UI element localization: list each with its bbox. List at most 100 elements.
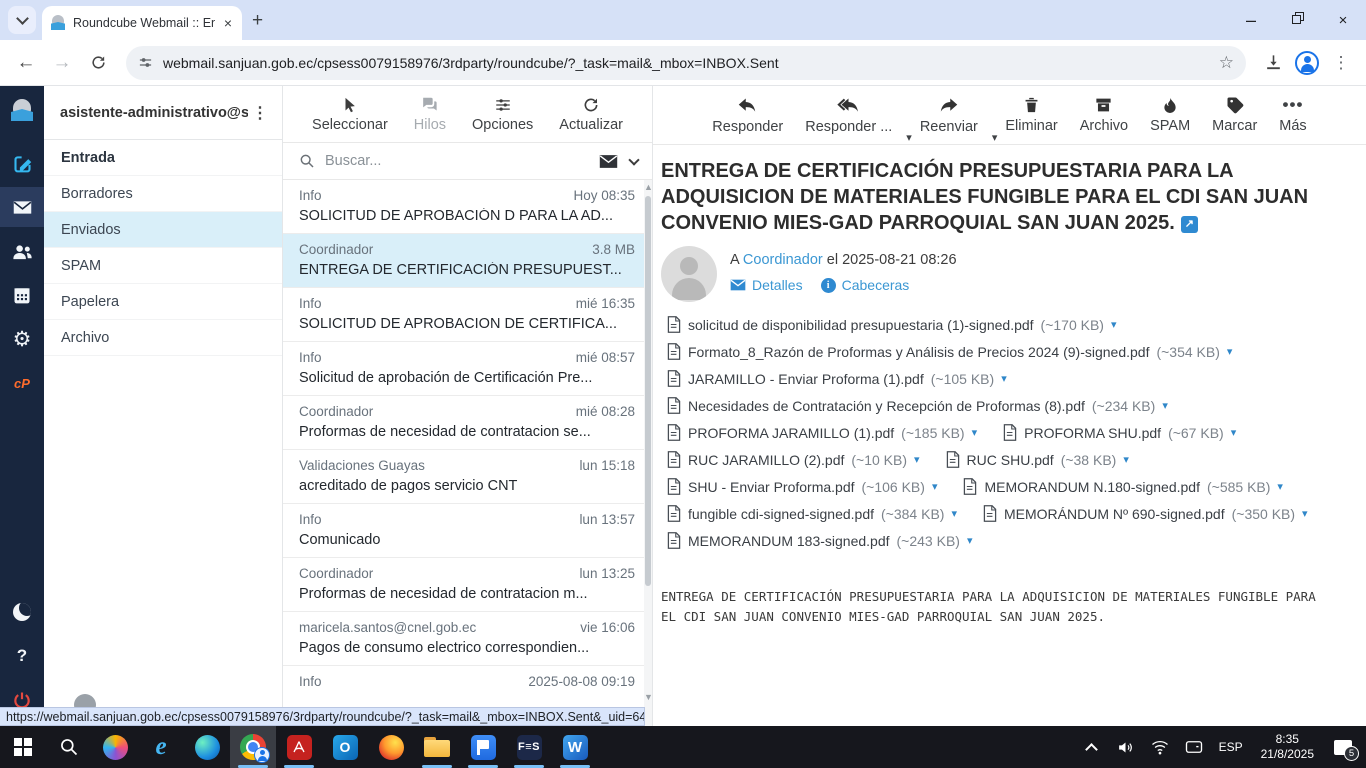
settings-nav-button[interactable]: ⚙	[0, 319, 44, 359]
folder-item[interactable]: Borradores	[44, 176, 282, 212]
message-row[interactable]: Coordinador mié 08:28 Proformas de neces…	[283, 396, 645, 450]
message-row[interactable]: Info lun 13:57 Comunicado	[283, 504, 645, 558]
attachment-menu-caret-icon[interactable]: ▾	[1111, 318, 1117, 331]
account-menu-button[interactable]: ⋮	[248, 103, 272, 123]
scroll-down-icon[interactable]: ▼	[644, 692, 653, 702]
minimize-button[interactable]: –	[1228, 0, 1274, 40]
message-row[interactable]: Info mié 08:57 Solicitud de aprobación d…	[283, 342, 645, 396]
message-row[interactable]: Info Hoy 08:35 SOLICITUD DE APROBACIÓN D…	[283, 180, 645, 234]
blue-flag-app-icon[interactable]	[460, 726, 506, 768]
notification-center-button[interactable]: 5	[1326, 729, 1360, 765]
attachment-menu-caret-icon[interactable]: ▾	[1277, 480, 1283, 493]
tab-search-button[interactable]	[8, 6, 36, 34]
more-button[interactable]: ••• Más	[1279, 95, 1306, 134]
firefox-icon[interactable]	[368, 726, 414, 768]
folder-item[interactable]: SPAM	[44, 248, 282, 284]
refresh-button[interactable]: Actualizar	[559, 96, 623, 133]
profile-button[interactable]	[1292, 48, 1322, 78]
site-settings-icon[interactable]	[138, 55, 153, 70]
delete-button[interactable]: Eliminar	[1005, 95, 1058, 134]
details-link[interactable]: Detalles	[730, 277, 803, 293]
calendar-nav-button[interactable]	[0, 275, 44, 315]
folder-item[interactable]: Enviados	[44, 212, 282, 248]
attachment-item[interactable]: solicitud de disponibilidad presupuestar…	[667, 316, 1117, 333]
attachment-menu-caret-icon[interactable]: ▾	[1231, 426, 1237, 439]
cast-icon[interactable]	[1179, 729, 1209, 765]
attachment-item[interactable]: MEMORANDUM N.180-signed.pdf (~585 KB) ▾	[963, 478, 1283, 495]
archive-button[interactable]: Archivo	[1080, 95, 1128, 134]
mail-nav-button[interactable]	[0, 187, 44, 227]
options-button[interactable]: Opciones	[472, 96, 533, 133]
contacts-nav-button[interactable]	[0, 231, 44, 271]
attachment-item[interactable]: JARAMILLO - Enviar Proforma (1).pdf (~10…	[667, 370, 1007, 387]
folder-item[interactable]: Entrada	[44, 140, 282, 176]
attachment-item[interactable]: RUC SHU.pdf (~38 KB) ▾	[946, 451, 1129, 468]
taskbar-search-button[interactable]	[46, 726, 92, 768]
list-scrollbar[interactable]: ▲ ▼	[644, 180, 653, 726]
attachment-menu-caret-icon[interactable]: ▾	[967, 534, 973, 547]
search-input[interactable]	[325, 153, 589, 169]
url-text[interactable]: webmail.sanjuan.gob.ec/cpsess0079158976/…	[163, 55, 1209, 71]
acrobat-icon[interactable]	[276, 726, 322, 768]
outlook-icon[interactable]: O	[322, 726, 368, 768]
close-window-button[interactable]: ×	[1320, 0, 1366, 40]
select-button[interactable]: Seleccionar	[312, 96, 388, 133]
compose-button[interactable]	[0, 143, 44, 183]
folder-item[interactable]: Archivo	[44, 320, 282, 356]
attachment-menu-caret-icon[interactable]: ▾	[914, 453, 920, 466]
message-row[interactable]: Validaciones Guayas lun 15:18 acreditado…	[283, 450, 645, 504]
message-row[interactable]: Info mié 16:35 SOLICITUD DE APROBACION D…	[283, 288, 645, 342]
clock[interactable]: 8:35 21/8/2025	[1253, 732, 1322, 762]
help-button[interactable]: ?	[0, 636, 44, 676]
attachment-menu-caret-icon[interactable]: ▾	[951, 507, 957, 520]
attachment-menu-caret-icon[interactable]: ▾	[1123, 453, 1129, 466]
fes-app-icon[interactable]: F≡S	[506, 726, 552, 768]
attachment-menu-caret-icon[interactable]: ▾	[932, 480, 938, 493]
search-scope-mail-icon[interactable]	[599, 154, 618, 169]
browser-menu-button[interactable]: ⋮	[1326, 48, 1356, 78]
headers-link[interactable]: i Cabeceras	[820, 277, 909, 293]
start-button[interactable]	[0, 726, 46, 768]
scroll-up-icon[interactable]: ▲	[644, 182, 653, 192]
open-in-new-window-icon[interactable]: ↗	[1180, 215, 1198, 233]
attachment-item[interactable]: Formato_8_Razón de Proformas y Análisis …	[667, 343, 1232, 360]
bookmark-star-icon[interactable]: ☆	[1219, 53, 1234, 73]
folder-item[interactable]: Papelera	[44, 284, 282, 320]
language-indicator[interactable]: ESP	[1213, 740, 1249, 754]
browser-tab[interactable]: Roundcube Webmail :: Enviados ×	[42, 6, 242, 40]
omnibox[interactable]: webmail.sanjuan.gob.ec/cpsess0079158976/…	[126, 45, 1246, 80]
new-tab-button[interactable]: +	[252, 10, 263, 32]
file-explorer-icon[interactable]	[414, 726, 460, 768]
reload-button[interactable]	[82, 47, 114, 79]
search-options-chevron-icon[interactable]	[628, 153, 640, 166]
spam-button[interactable]: SPAM	[1150, 95, 1190, 134]
back-button[interactable]: ←	[10, 47, 42, 79]
attachment-item[interactable]: PROFORMA SHU.pdf (~67 KB) ▾	[1003, 424, 1236, 441]
attachment-item[interactable]: fungible cdi-signed-signed.pdf (~384 KB)…	[667, 505, 957, 522]
tray-expand-button[interactable]	[1077, 729, 1107, 765]
edge-icon[interactable]	[184, 726, 230, 768]
recipient-link[interactable]: Coordinador	[743, 252, 823, 268]
cpanel-icon[interactable]: cP	[0, 363, 44, 403]
attachment-item[interactable]: SHU - Enviar Proforma.pdf (~106 KB) ▾	[667, 478, 937, 495]
attachment-menu-caret-icon[interactable]: ▾	[1001, 372, 1007, 385]
reply-button[interactable]: Responder	[712, 95, 783, 135]
attachment-menu-caret-icon[interactable]: ▾	[1162, 399, 1168, 412]
reply-all-caret-icon[interactable]: ▾	[906, 131, 912, 144]
chrome-icon[interactable]	[230, 726, 276, 768]
attachment-item[interactable]: MEMORANDUM 183-signed.pdf (~243 KB) ▾	[667, 532, 972, 549]
internet-explorer-icon[interactable]: e	[138, 726, 184, 768]
wifi-icon[interactable]	[1145, 729, 1175, 765]
forward-button[interactable]: Reenviar	[920, 95, 978, 135]
attachment-item[interactable]: PROFORMA JARAMILLO (1).pdf (~185 KB) ▾	[667, 424, 977, 441]
restore-button[interactable]	[1274, 0, 1320, 40]
volume-icon[interactable]	[1111, 729, 1141, 765]
word-icon[interactable]: W	[552, 726, 598, 768]
attachment-item[interactable]: RUC JARAMILLO (2).pdf (~10 KB) ▾	[667, 451, 920, 468]
scrollbar-thumb[interactable]	[645, 196, 651, 586]
downloads-button[interactable]	[1258, 48, 1288, 78]
attachment-menu-caret-icon[interactable]: ▾	[972, 426, 978, 439]
message-row[interactable]: Coordinador lun 13:25 Proformas de neces…	[283, 558, 645, 612]
attachment-item[interactable]: MEMORÁNDUM Nº 690-signed.pdf (~350 KB) ▾	[983, 505, 1308, 522]
forward-caret-icon[interactable]: ▾	[992, 131, 998, 144]
